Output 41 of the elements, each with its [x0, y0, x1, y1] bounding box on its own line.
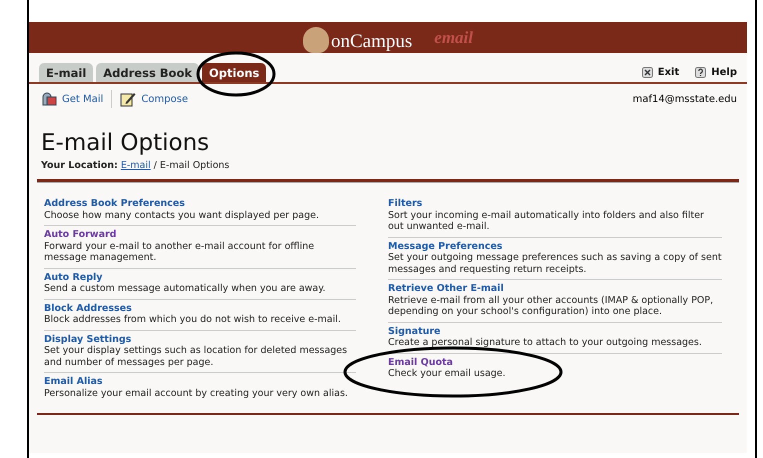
- option-link[interactable]: Email Quota: [388, 356, 722, 368]
- breadcrumb-text: / E-mail Options: [154, 160, 230, 171]
- breadcrumb-link[interactable]: E-mail: [120, 160, 151, 171]
- option-description: Set your outgoing message preferences such as saving a copy of sent messages and requesting return receipts.: [388, 252, 722, 274]
- option-description: Block addresses from which you do not wish to receive e-mail.: [44, 314, 341, 325]
- tab[interactable]: E-mail: [39, 63, 94, 82]
- option-link[interactable]: Auto Reply: [44, 272, 356, 283]
- page-title: E-mail Options: [41, 130, 210, 156]
- tab[interactable]: Options: [202, 63, 266, 82]
- help-link[interactable]: Help: [711, 67, 737, 78]
- mailbox-icon: [41, 91, 57, 107]
- option-link[interactable]: Retrieve Other E-mail: [388, 283, 722, 294]
- option-link[interactable]: Filters: [388, 198, 722, 210]
- option-description: Personalize your email account by creating your very own alias.: [44, 388, 348, 398]
- help-icon: [695, 67, 706, 78]
- option-description: Check your email usage.: [388, 368, 506, 379]
- compose-icon: [120, 91, 136, 107]
- option-description: Retrieve e-mail from all your other accounts (IMAP & optionally POP, depending on your school's configuration) into one place.: [388, 294, 714, 317]
- option-description: Forward your e-mail to another e-mail account for offline message management.: [44, 240, 314, 263]
- toolbar-link[interactable]: Compose: [141, 94, 188, 104]
- option-description: Choose how many contacts you want displayed per page.: [44, 210, 319, 220]
- tab[interactable]: Address Book: [96, 63, 200, 82]
- user-email: maf14@msstate.edu: [632, 94, 737, 104]
- breadcrumb-label: Your Location:: [41, 160, 118, 171]
- option-link[interactable]: Block Addresses: [44, 302, 356, 314]
- option-link[interactable]: Display Settings: [44, 334, 356, 345]
- option-link[interactable]: Email Alias: [44, 376, 356, 388]
- option-link[interactable]: Auto Forward: [44, 229, 356, 240]
- logo-suffix: email: [434, 28, 473, 48]
- option-link[interactable]: Signature: [388, 326, 722, 337]
- option-description: Create a personal signature to attach to your outgoing messages.: [388, 337, 702, 348]
- toolbar-link[interactable]: Get Mail: [62, 94, 104, 104]
- option-link[interactable]: Message Preferences: [388, 240, 722, 252]
- close-icon: [642, 67, 653, 78]
- option-description: Sort your incoming e-mail automatically into folders and also filter out unwanted e-mail.: [388, 210, 704, 232]
- photo-placeholder: [303, 26, 329, 52]
- logo-text: onCampus: [331, 30, 412, 52]
- exit-link[interactable]: Exit: [658, 67, 680, 78]
- option-link[interactable]: Address Book Preferences: [44, 198, 356, 210]
- option-description: Send a custom message automatically when you are away.: [44, 283, 326, 294]
- option-description: Set your display settings such as location for deleted messages and number of messages per page.: [44, 345, 348, 368]
